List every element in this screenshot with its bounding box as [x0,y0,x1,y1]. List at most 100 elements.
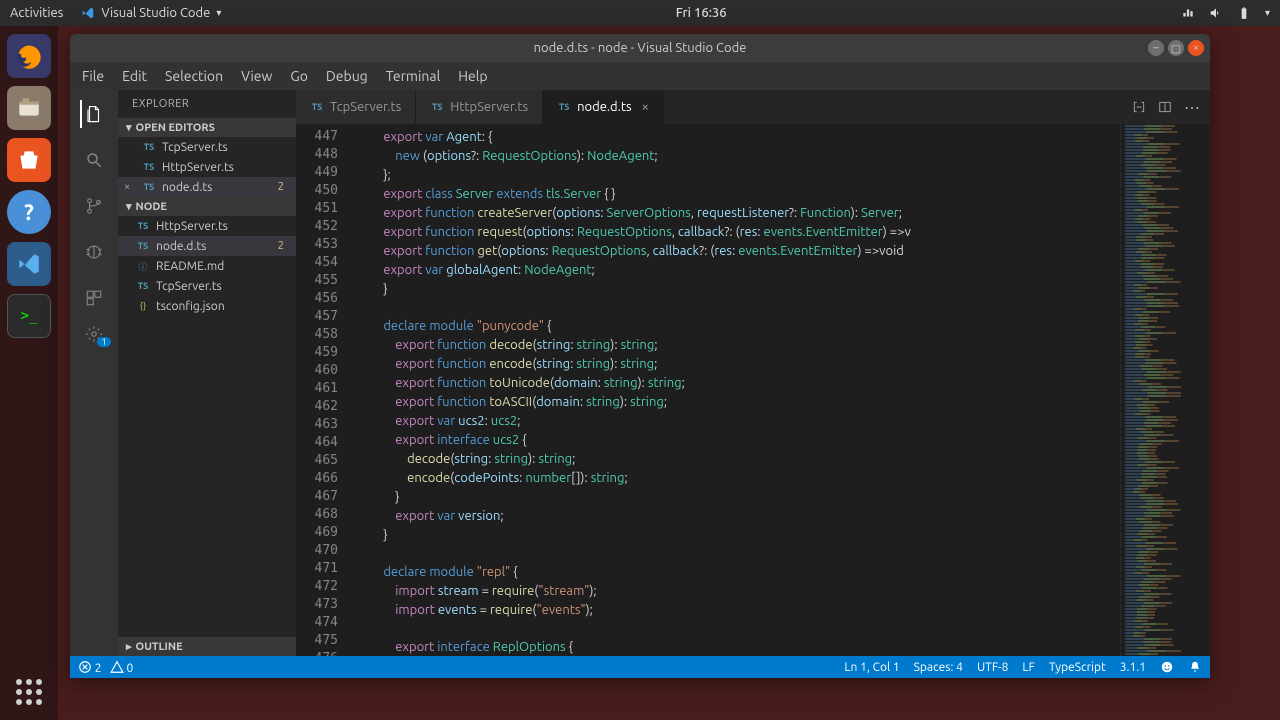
ubuntu-top-bar: Activities Visual Studio Code ▾ Fri 16:3… [0,0,1280,26]
explorer-activity-icon[interactable] [80,100,108,128]
feedback-icon[interactable] [1160,660,1174,674]
files-icon [85,105,103,123]
volume-icon[interactable] [1209,6,1223,20]
editor-area: TSTcpServer.ts TS HttpServer.ts TS node.d.ts… [296,90,1210,656]
status-bar: 2 0 Ln 1, Col 1 Spaces: 4 UTF-8 LF TypeS… [70,656,1210,678]
close-button[interactable]: × [1188,40,1204,56]
json-file-icon: {} [136,299,150,313]
menu-bar: File Edit Selection View Go Debug Terminal Help [70,62,1210,90]
file-label: TcpServer.ts [156,280,222,293]
system-menu-icon[interactable]: ▾ [1265,7,1270,19]
activities-button[interactable]: Activities [10,6,63,20]
open-editor-item[interactable]: ×TSnode.d.ts2 [118,177,296,197]
compare-icon[interactable] [1132,100,1146,114]
typescript-file-icon: TS [136,219,150,233]
search-activity-icon[interactable] [80,146,108,174]
minimize-button[interactable]: – [1148,40,1164,56]
vscode-dock-icon[interactable] [7,242,51,286]
problems-badge: 2 [278,181,288,193]
open-editors-header[interactable]: ▾OPEN EDITORS [118,118,296,137]
encoding-status[interactable]: UTF-8 [977,661,1008,674]
split-editor-icon[interactable] [1158,100,1172,114]
editor-tab[interactable]: TS HttpServer.ts [416,90,543,124]
outline-header[interactable]: ▸OUTLINE [118,637,296,656]
tab-label: TcpServer.ts [330,100,401,114]
search-icon [85,151,103,169]
typescript-file-icon: TS [430,100,444,114]
bell-icon[interactable] [1188,660,1202,674]
scm-activity-icon[interactable] [80,192,108,220]
explorer-sidebar: EXPLORER ▾OPEN EDITORS TSTcpServer.tsTSH… [118,90,296,656]
extensions-activity-icon[interactable] [80,284,108,312]
editor-tab[interactable]: TS node.d.ts × [543,90,664,124]
typescript-file-icon: TS [142,160,156,174]
ts-version-status[interactable]: 3.1.1 [1120,661,1146,674]
project-header[interactable]: ▾NODE [118,197,296,216]
battery-icon[interactable] [1237,6,1251,20]
cursor-position[interactable]: Ln 1, Col 1 [844,661,899,674]
maximize-button[interactable]: ▢ [1168,40,1184,56]
top-app-indicator[interactable]: Visual Studio Code ▾ [81,6,221,20]
file-label: node.d.ts [156,240,206,253]
chevron-down-icon: ▾ [126,200,132,213]
menu-file[interactable]: File [82,68,104,84]
clock[interactable]: Fri 16:36 [221,6,1181,20]
close-tab-icon[interactable]: × [642,100,649,114]
menu-go[interactable]: Go [290,68,307,84]
menu-view[interactable]: View [241,68,272,84]
menu-selection[interactable]: Selection [165,68,223,84]
terminal-icon[interactable]: >_ [7,294,51,338]
file-label: README.md [156,260,224,273]
window-titlebar[interactable]: node.d.ts - node - Visual Studio Code – … [70,34,1210,62]
network-icon[interactable] [1181,6,1195,20]
show-apps-icon[interactable] [11,674,47,710]
file-tree-item[interactable]: {} tsconfig.json [118,296,296,316]
menu-help[interactable]: Help [458,68,487,84]
software-store-icon[interactable] [7,138,51,182]
debug-activity-icon[interactable] [80,238,108,266]
indentation-status[interactable]: Spaces: 4 [914,661,963,674]
file-label: tsconfig.json [156,300,225,313]
typescript-file-icon: TS [142,180,156,194]
vscode-window: node.d.ts - node - Visual Studio Code – … [70,34,1210,678]
more-actions-icon[interactable]: ⋯ [1184,98,1200,117]
file-label: HttpServer.ts [162,161,234,174]
vscode-icon [81,6,95,20]
git-branch-icon [85,197,103,215]
eol-status[interactable]: LF [1022,661,1034,674]
code-editor[interactable]: export var Agent: { new (options?: Reque… [352,124,1120,656]
settings-badge: 1 [97,337,110,347]
editor-tab[interactable]: TSTcpServer.ts [296,90,416,124]
tab-label: node.d.ts [577,100,632,114]
help-icon[interactable]: ? [7,190,51,234]
files-icon[interactable] [7,86,51,130]
file-tree-item[interactable]: TS HttpServer.ts [118,216,296,236]
typescript-file-icon: TS [557,100,571,114]
editor-tabs: TSTcpServer.ts TS HttpServer.ts TS node.d.ts… [296,90,1210,124]
error-icon [78,660,92,674]
menu-debug[interactable]: Debug [326,68,368,84]
warning-icon [110,660,124,674]
typescript-file-icon: TS [142,140,156,154]
activity-bar: 1 [70,90,118,656]
problems-status[interactable]: 2 0 [78,660,133,675]
firefox-icon[interactable] [7,34,51,78]
chevron-right-icon: ▸ [126,640,132,653]
open-editor-item[interactable]: TS HttpServer.ts [118,157,296,177]
extensions-icon [85,289,103,307]
open-editor-item[interactable]: TSTcpServer.ts [118,137,296,157]
tab-label: HttpServer.ts [450,100,528,114]
file-tree-item[interactable]: TSTcpServer.ts [118,276,296,296]
settings-activity-icon[interactable]: 1 [80,320,108,348]
minimap[interactable] [1120,124,1210,656]
menu-edit[interactable]: Edit [122,68,147,84]
window-title: node.d.ts - node - Visual Studio Code [534,41,747,55]
menu-terminal[interactable]: Terminal [386,68,441,84]
file-tree-item[interactable]: TSnode.d.ts2 [118,236,296,256]
file-tree-item[interactable]: ⓘREADME.md [118,256,296,276]
chevron-down-icon: ▾ [126,121,132,134]
language-status[interactable]: TypeScript [1049,661,1106,674]
file-label: HttpServer.ts [156,220,228,233]
close-icon[interactable]: × [124,181,130,193]
typescript-file-icon: TS [136,239,150,253]
